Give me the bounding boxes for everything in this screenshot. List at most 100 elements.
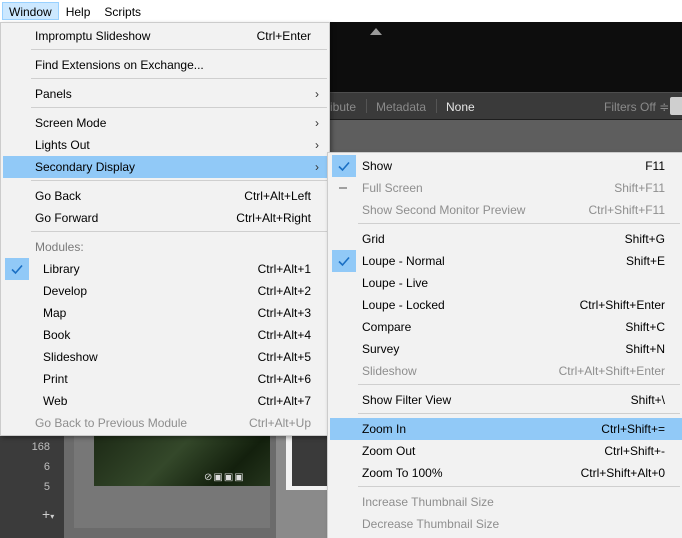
menu-help[interactable]: Help bbox=[59, 2, 98, 20]
filter-attribute-tab[interactable]: ibute bbox=[330, 100, 356, 114]
menu-window[interactable]: Window bbox=[2, 2, 59, 20]
menu-item-secondary-display[interactable]: Secondary Display › bbox=[3, 156, 327, 178]
secondary-display-submenu: Show F11 Full Screen Shift+F11 Show Seco… bbox=[327, 152, 682, 538]
menu-item-label: Web bbox=[43, 394, 68, 408]
menu-item-label: Increase Thumbnail Size bbox=[362, 495, 494, 509]
filter-none-tab[interactable]: None bbox=[446, 100, 475, 114]
menu-separator bbox=[31, 231, 327, 232]
menu-item-label: Go Back to Previous Module bbox=[35, 416, 188, 430]
menu-item-shortcut: Ctrl+Alt+Up bbox=[248, 416, 311, 430]
menu-separator bbox=[358, 223, 680, 224]
menu-item-impromptu-slideshow[interactable]: Impromptu Slideshow Ctrl+Enter bbox=[3, 25, 327, 47]
menu-item-shortcut: Shift+N bbox=[625, 342, 665, 356]
menu-item-compare[interactable]: Compare Shift+C bbox=[330, 316, 682, 338]
menu-item-label: Panels bbox=[35, 87, 72, 101]
chevron-right-icon: › bbox=[315, 160, 319, 174]
menu-item-increase-thumbnail[interactable]: Increase Thumbnail Size bbox=[330, 491, 682, 513]
menu-item-decrease-thumbnail[interactable]: Decrease Thumbnail Size bbox=[330, 513, 682, 535]
menu-item-label: Go Back bbox=[35, 189, 82, 203]
menu-item-label: Book bbox=[43, 328, 71, 342]
menu-item-shortcut: Ctrl+Alt+6 bbox=[257, 372, 311, 386]
divider bbox=[436, 99, 437, 113]
library-filter-bar: ibute Metadata None Filters Off ≑ bbox=[330, 92, 682, 120]
menu-item-book[interactable]: Book Ctrl+Alt+4 bbox=[3, 324, 327, 346]
menu-item-shortcut: Shift+\ bbox=[630, 393, 665, 407]
collection-count: 5 bbox=[43, 481, 50, 493]
menu-item-slideshow[interactable]: Slideshow Ctrl+Alt+5 bbox=[3, 346, 327, 368]
menu-item-label: Survey bbox=[362, 342, 400, 356]
indeterminate-dash-icon bbox=[339, 187, 347, 189]
menu-item-label: Print bbox=[43, 372, 68, 386]
menu-item-label: Zoom Out bbox=[362, 444, 416, 458]
collection-count: 168 bbox=[31, 441, 50, 453]
menu-item-shortcut: Ctrl+Shift+Enter bbox=[579, 298, 665, 312]
menu-item-label: Library bbox=[43, 262, 80, 276]
menu-item-loupe-normal[interactable]: Loupe - Normal Shift+E bbox=[330, 250, 682, 272]
menu-item-go-back-previous-module[interactable]: Go Back to Previous Module Ctrl+Alt+Up bbox=[3, 412, 327, 434]
chevron-right-icon: › bbox=[315, 116, 319, 130]
menu-separator bbox=[31, 49, 327, 50]
window-menu: Impromptu Slideshow Ctrl+Enter Find Exte… bbox=[0, 22, 330, 436]
menu-item-shortcut: Ctrl+Shift+F11 bbox=[588, 203, 665, 217]
menu-item-zoom-in[interactable]: Zoom In Ctrl+Shift+= bbox=[330, 418, 682, 440]
menu-item-label: Grid bbox=[362, 232, 385, 246]
menu-item-label: Find Extensions on Exchange... bbox=[35, 58, 204, 72]
menu-item-shortcut: Ctrl+Shift+Alt+0 bbox=[580, 466, 665, 480]
menu-item-zoom-100[interactable]: Zoom To 100% Ctrl+Shift+Alt+0 bbox=[330, 462, 682, 484]
menu-separator bbox=[358, 486, 680, 487]
menu-item-label: Show Filter View bbox=[362, 393, 452, 407]
menu-separator bbox=[31, 180, 327, 181]
menu-item-shortcut: Ctrl+Shift+- bbox=[604, 444, 665, 458]
menu-item-shortcut: Ctrl+Alt+4 bbox=[257, 328, 311, 342]
menu-item-label: Loupe - Live bbox=[362, 276, 429, 290]
menu-item-label: Map bbox=[43, 306, 67, 320]
checkmark-icon bbox=[338, 256, 350, 267]
thumbnail-cell[interactable] bbox=[270, 436, 336, 538]
menu-item-second-monitor-preview[interactable]: Show Second Monitor Preview Ctrl+Shift+F… bbox=[330, 199, 682, 221]
filters-off-dropdown[interactable]: Filters Off ≑ bbox=[604, 100, 669, 114]
menu-scripts[interactable]: Scripts bbox=[97, 2, 148, 20]
menu-item-shortcut: Ctrl+Alt+Shift+Enter bbox=[558, 364, 665, 378]
menu-item-web[interactable]: Web Ctrl+Alt+7 bbox=[3, 390, 327, 412]
menu-item-shortcut: Shift+F11 bbox=[614, 181, 665, 195]
menu-item-loupe-live[interactable]: Loupe - Live bbox=[330, 272, 682, 294]
menu-item-full-screen[interactable]: Full Screen Shift+F11 bbox=[330, 177, 682, 199]
modules-section-label: Modules: bbox=[3, 236, 327, 258]
collection-count: 6 bbox=[43, 461, 50, 473]
menu-item-panels[interactable]: Panels › bbox=[3, 83, 327, 105]
menu-item-shortcut: F11 bbox=[645, 159, 665, 173]
lock-icon[interactable] bbox=[670, 97, 682, 115]
menu-item-zoom-out[interactable]: Zoom Out Ctrl+Shift+- bbox=[330, 440, 682, 462]
menu-item-develop[interactable]: Develop Ctrl+Alt+2 bbox=[3, 280, 327, 302]
menu-item-go-back[interactable]: Go Back Ctrl+Alt+Left bbox=[3, 185, 327, 207]
menu-item-find-extensions[interactable]: Find Extensions on Exchange... bbox=[3, 54, 327, 76]
menu-item-map[interactable]: Map Ctrl+Alt+3 bbox=[3, 302, 327, 324]
menu-item-shortcut: Ctrl+Alt+3 bbox=[257, 306, 311, 320]
collapse-panel-icon[interactable] bbox=[370, 28, 382, 35]
menu-item-label: Screen Mode bbox=[35, 116, 107, 130]
thumbnail-cell[interactable]: ⊘▣▣▣ bbox=[74, 436, 290, 528]
thumbnail-grid: ⊘▣▣▣ bbox=[64, 436, 336, 538]
menu-item-show[interactable]: Show F11 bbox=[330, 155, 682, 177]
menu-item-slideshow[interactable]: Slideshow Ctrl+Alt+Shift+Enter bbox=[330, 360, 682, 382]
menu-item-print[interactable]: Print Ctrl+Alt+6 bbox=[3, 368, 327, 390]
menu-item-label: Loupe - Normal bbox=[362, 254, 445, 268]
filter-metadata-tab[interactable]: Metadata bbox=[376, 100, 426, 114]
menu-item-label: Lights Out bbox=[35, 138, 90, 152]
menu-item-shortcut: Ctrl+Shift+= bbox=[601, 422, 665, 436]
menu-item-shortcut: Ctrl+Alt+Right bbox=[236, 211, 311, 225]
menu-item-show-filter-view[interactable]: Show Filter View Shift+\ bbox=[330, 389, 682, 411]
menu-item-loupe-locked[interactable]: Loupe - Locked Ctrl+Shift+Enter bbox=[330, 294, 682, 316]
menu-item-label: Secondary Display bbox=[35, 160, 136, 174]
plus-icon[interactable]: +▾ bbox=[42, 506, 54, 522]
menu-item-go-forward[interactable]: Go Forward Ctrl+Alt+Right bbox=[3, 207, 327, 229]
menu-item-library[interactable]: Library Ctrl+Alt+1 bbox=[3, 258, 327, 280]
menu-item-screen-mode[interactable]: Screen Mode › bbox=[3, 112, 327, 134]
menu-section-title: Modules: bbox=[35, 240, 84, 254]
chevron-right-icon: › bbox=[315, 138, 319, 152]
menu-item-shortcut: Shift+E bbox=[625, 254, 665, 268]
menu-item-survey[interactable]: Survey Shift+N bbox=[330, 338, 682, 360]
menu-item-lights-out[interactable]: Lights Out › bbox=[3, 134, 327, 156]
menu-item-grid[interactable]: Grid Shift+G bbox=[330, 228, 682, 250]
menu-separator bbox=[31, 107, 327, 108]
